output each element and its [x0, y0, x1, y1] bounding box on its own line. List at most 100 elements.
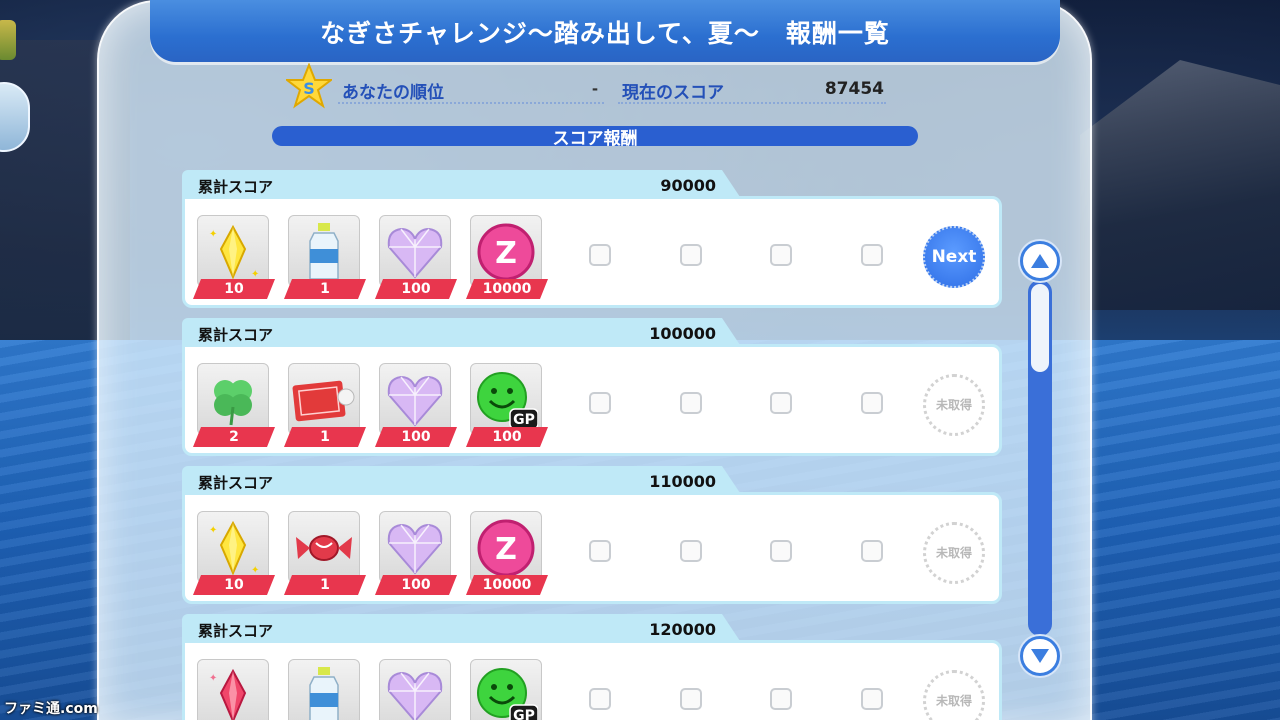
row-label: 累計スコア [198, 474, 274, 492]
reward-row: 累計スコア 120000 ✦ GP 未取得 [182, 614, 1002, 720]
empty-slot [680, 244, 702, 266]
empty-slot [680, 688, 702, 710]
title-bar: なぎさチャレンジ〜踏み出して、夏〜 報酬一覧 [150, 0, 1060, 62]
empty-slot [861, 688, 883, 710]
reward-row: 累計スコア 90000 ✦ ✦ 10 1 100 Z 10000 Next [182, 170, 1002, 312]
section-title: スコア報酬 [552, 129, 638, 149]
green-clover-icon [214, 380, 252, 426]
empty-slot [589, 244, 611, 266]
item-count: 2 [193, 427, 275, 447]
next-button[interactable]: Next [923, 226, 985, 288]
item-count: 100 [375, 427, 457, 447]
reward-item[interactable]: 1 [284, 215, 360, 299]
rank-label: あなたの順位 [342, 83, 444, 103]
current-score-label: 現在のスコア [622, 83, 724, 103]
rank-value: - [591, 80, 599, 98]
item-count: 100 [375, 279, 457, 299]
reward-item[interactable]: ✦ ✦ 10 [193, 215, 269, 299]
item-count: 10000 [466, 279, 548, 299]
green-smiley-gp-icon: GP [477, 372, 538, 430]
unclaimed-badge: 未取得 [923, 522, 985, 584]
crystal-heart-icon [387, 523, 443, 575]
scrollbar-thumb[interactable] [1031, 284, 1049, 372]
yellow-gem-icon: ✦ ✦ [209, 224, 259, 280]
candy-icon [296, 535, 352, 561]
reward-item[interactable]: 2 [193, 363, 269, 447]
red-gem-icon: ✦ [209, 668, 247, 720]
row-label: 累計スコア [198, 326, 274, 344]
empty-slot [680, 392, 702, 414]
svg-text:✦: ✦ [251, 565, 259, 576]
reward-item[interactable]: ✦ [193, 659, 269, 720]
item-count: 10000 [466, 575, 548, 595]
scroll-down-button[interactable] [1020, 636, 1060, 676]
empty-slot [770, 392, 792, 414]
item-count: 10 [193, 279, 275, 299]
row-body: ✦ ✦ 10 1 100 Z 10000 Next [182, 196, 1002, 308]
reward-item[interactable]: Z 10000 [466, 511, 542, 595]
crystal-heart-icon [387, 375, 443, 427]
row-body: ✦ ✦ 10 1 100 Z 10000 未取得 [182, 492, 1002, 604]
svg-text:S: S [303, 79, 315, 98]
unclaimed-badge: 未取得 [923, 670, 985, 720]
empty-slot [770, 540, 792, 562]
row-body: 2 1 100 GP 100 未取得 [182, 344, 1002, 456]
side-icon [0, 20, 16, 60]
reward-item[interactable]: 100 [375, 511, 451, 595]
svg-text:✦: ✦ [251, 269, 259, 280]
gp-badge: GP [513, 708, 535, 720]
svg-text:✦: ✦ [209, 673, 217, 684]
reward-item[interactable]: ✦ ✦ 10 [193, 511, 269, 595]
reward-item[interactable] [375, 659, 451, 720]
unclaimed-badge: 未取得 [923, 374, 985, 436]
pink-zack-coin-icon: Z [477, 519, 535, 577]
row-score: 110000 [649, 472, 716, 491]
water-bottle-icon [309, 223, 339, 280]
svg-text:Z: Z [495, 236, 517, 271]
item-count: 10 [193, 575, 275, 595]
ticket-icon [292, 380, 355, 422]
empty-slot [589, 540, 611, 562]
reward-item[interactable]: 1 [284, 363, 360, 447]
triangle-up-icon [1031, 254, 1049, 268]
reward-item[interactable]: GP [466, 659, 542, 720]
reward-item[interactable]: 1 [284, 511, 360, 595]
page-title: なぎさチャレンジ〜踏み出して、夏〜 報酬一覧 [320, 19, 890, 48]
empty-slot [589, 392, 611, 414]
star-rank-icon: S [284, 62, 334, 109]
gp-badge: GP [513, 412, 535, 428]
empty-slot [770, 688, 792, 710]
green-smiley-gp-icon: GP [477, 668, 538, 720]
reward-item[interactable]: 100 [375, 215, 451, 299]
svg-text:Z: Z [495, 532, 517, 567]
empty-slot [770, 244, 792, 266]
reward-item[interactable] [284, 659, 360, 720]
item-count: 1 [284, 427, 366, 447]
item-count: 100 [375, 575, 457, 595]
empty-slot [589, 688, 611, 710]
crystal-heart-icon [387, 671, 443, 720]
water-bottle-icon [309, 667, 339, 720]
section-header: スコア報酬 [272, 126, 918, 149]
pink-zack-coin-icon: Z [477, 223, 535, 281]
rank-divider [338, 102, 604, 104]
score-divider [618, 102, 886, 104]
scroll-up-button[interactable] [1020, 241, 1060, 281]
row-label: 累計スコア [198, 178, 274, 196]
row-score: 90000 [660, 176, 716, 195]
reward-item[interactable]: 100 [375, 363, 451, 447]
current-score-value: 87454 [824, 79, 884, 99]
row-label: 累計スコア [198, 622, 274, 640]
item-count: 1 [284, 575, 366, 595]
reward-item[interactable]: GP 100 [466, 363, 542, 447]
triangle-down-icon [1031, 649, 1049, 663]
item-count: 1 [284, 279, 366, 299]
reward-row: 累計スコア 100000 2 1 100 GP 100 未取得 [182, 318, 1002, 460]
item-count: 100 [466, 427, 548, 447]
empty-slot [861, 540, 883, 562]
yellow-gem-icon: ✦ ✦ [209, 520, 259, 576]
empty-slot [861, 392, 883, 414]
reward-item[interactable]: Z 10000 [466, 215, 542, 299]
watermark: ファミ通.com [4, 701, 98, 717]
row-body: ✦ GP 未取得 [182, 640, 1002, 720]
